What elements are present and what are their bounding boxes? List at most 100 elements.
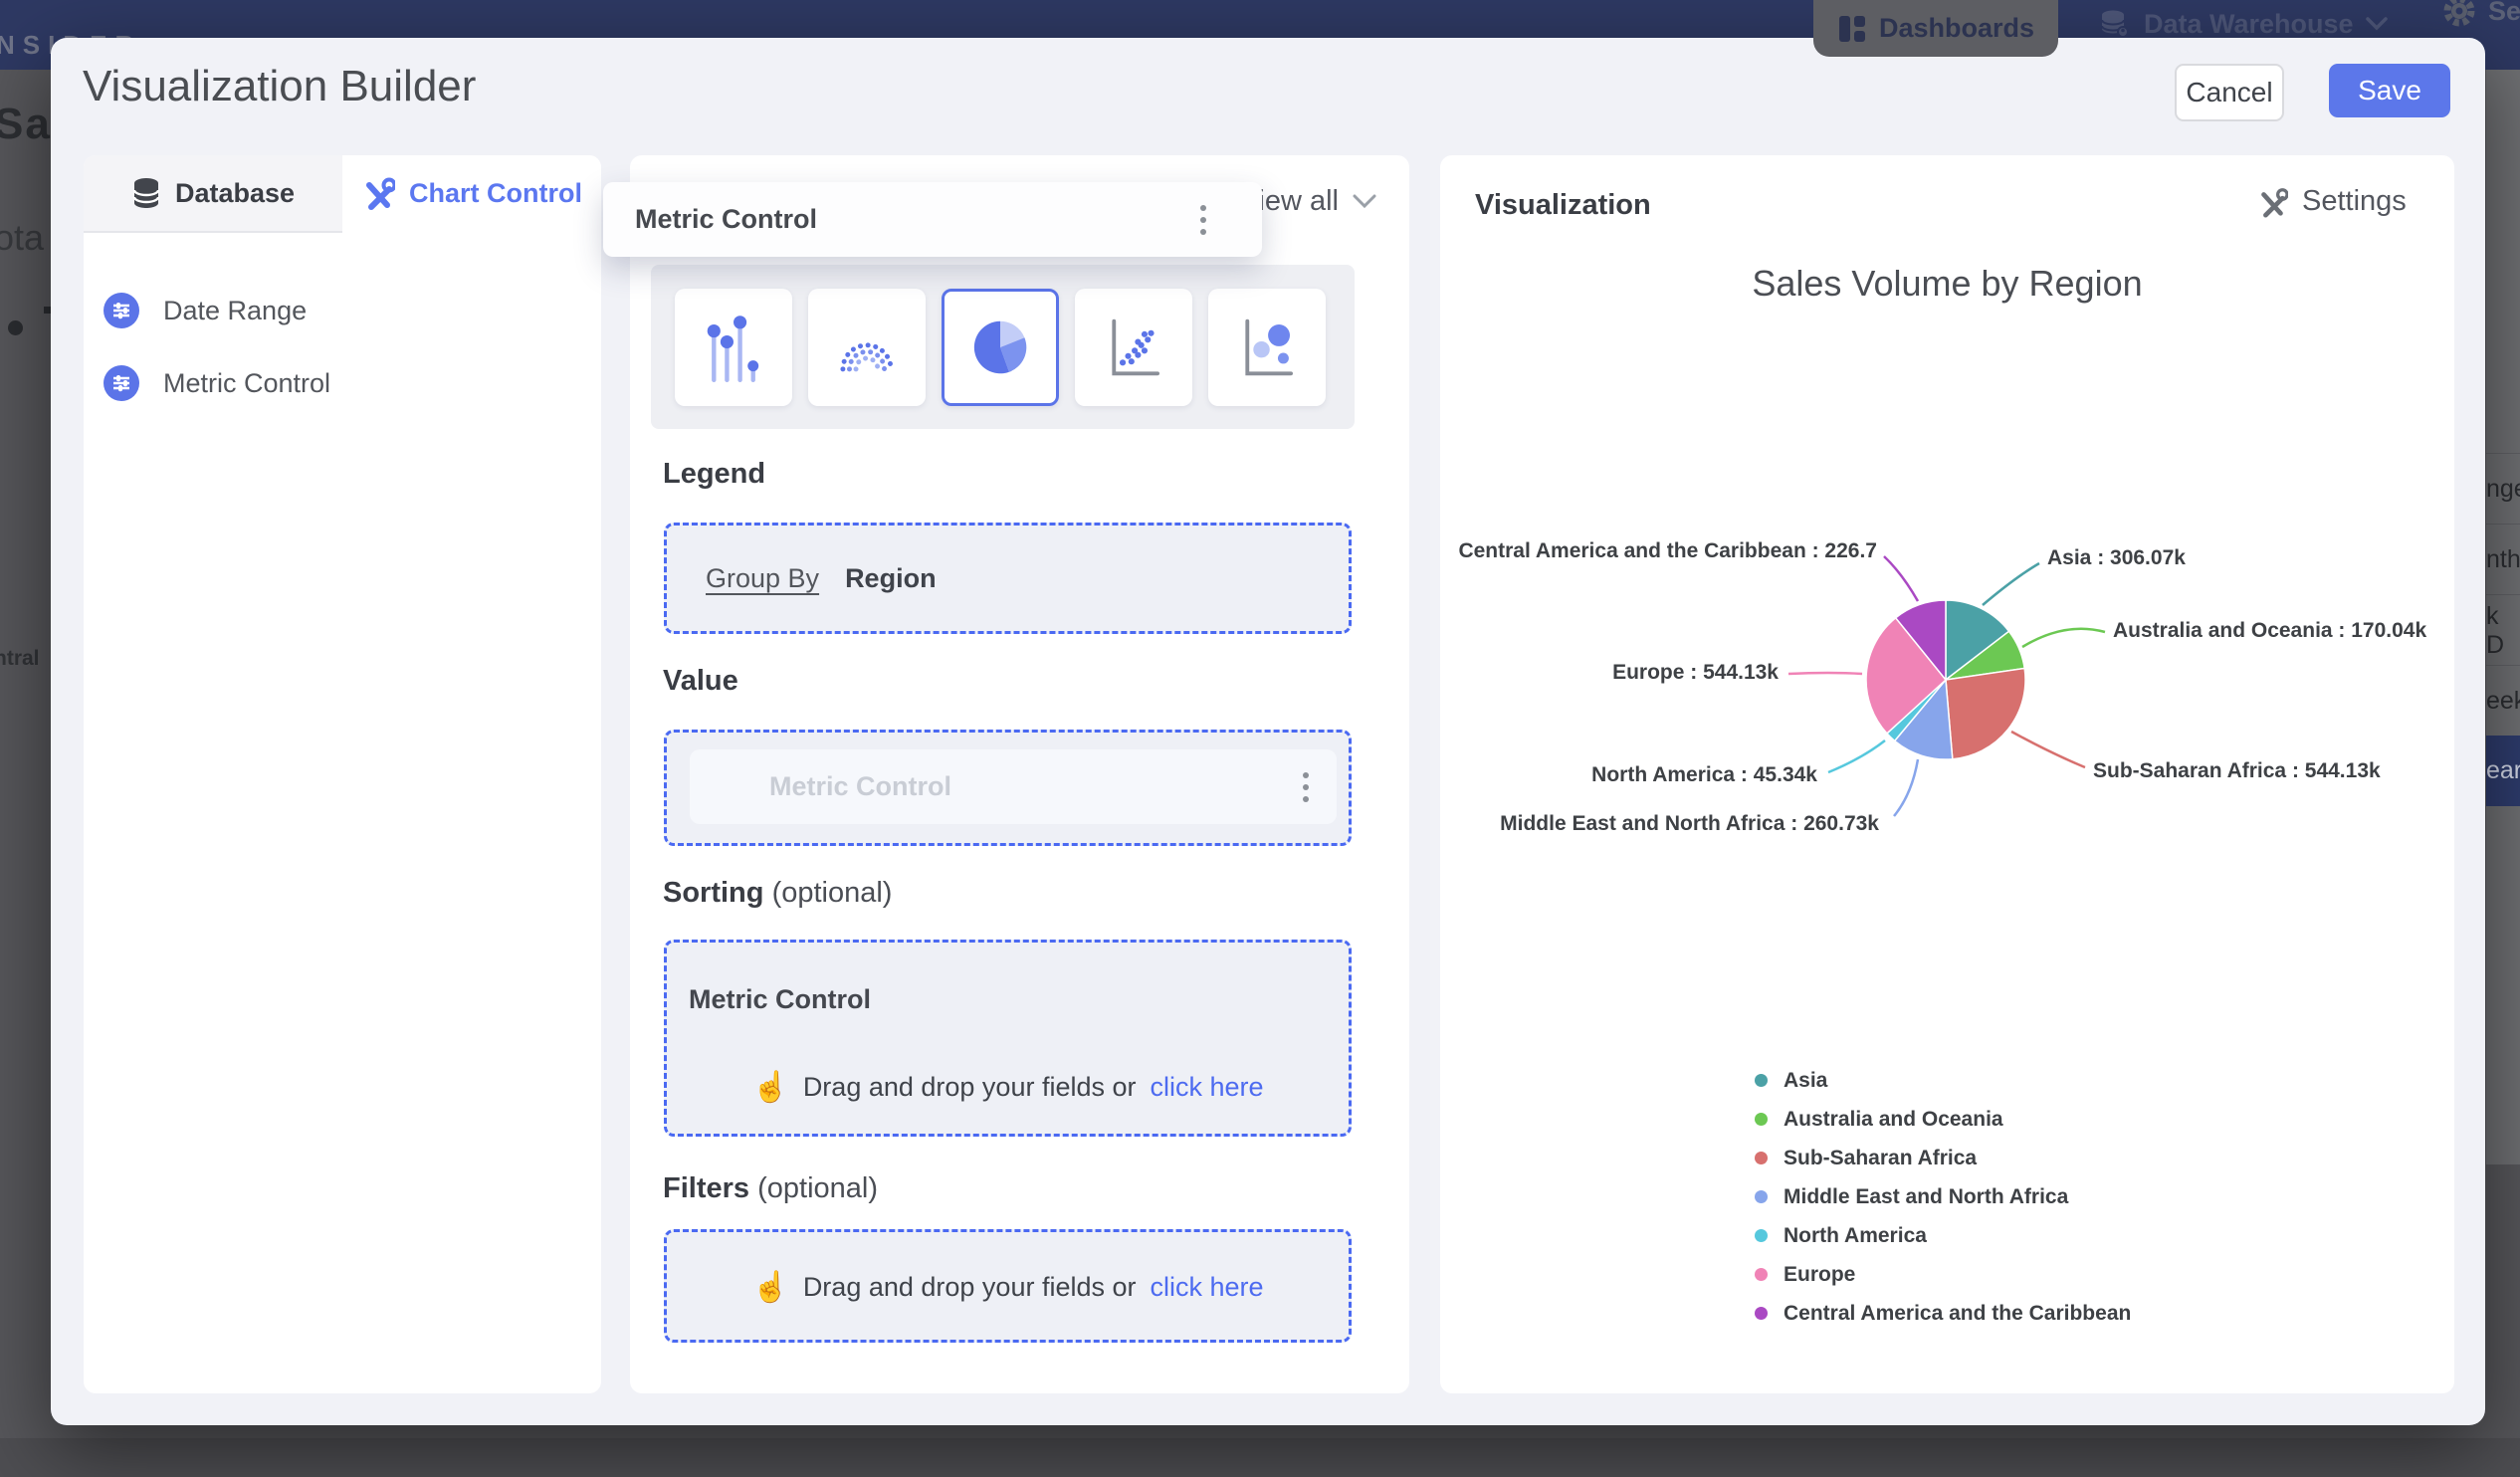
value-heading: Value xyxy=(663,665,738,697)
chevron-down-icon xyxy=(2365,17,2388,31)
slice-callout-label: Central America and the Caribbean : 226.… xyxy=(1458,539,1877,562)
sidebar-item-metric-control[interactable]: Metric Control xyxy=(104,358,571,408)
hand-pointer-icon: ☝ xyxy=(751,1071,789,1104)
nav-item-settings[interactable]: Se xyxy=(2440,0,2520,30)
drop-hint-text: Drag and drop your fields or xyxy=(802,1072,1137,1102)
modal-title: Visualization Builder xyxy=(83,62,477,110)
chart-type-pie-selected[interactable] xyxy=(942,289,1059,406)
kebab-menu-icon[interactable] xyxy=(1303,771,1309,802)
save-button[interactable]: Save xyxy=(2329,64,2450,117)
dragging-field-card[interactable]: Metric Control xyxy=(603,182,1262,257)
callout-line xyxy=(1982,561,2040,606)
slice-callout-label: Australia and Oceania : 170.04k xyxy=(2113,619,2426,642)
sorting-dropzone[interactable]: Metric Control ☝ Drag and drop your fiel… xyxy=(664,940,1352,1137)
legend-item[interactable]: Central America and the Caribbean xyxy=(1755,1294,2131,1333)
data-warehouse-icon xyxy=(2101,10,2129,38)
slice-callout-label: Sub-Saharan Africa : 544.13k xyxy=(2093,759,2381,782)
chart-legend: Asia Australia and Oceania Sub-Saharan Afr… xyxy=(1755,1061,2131,1333)
legend-label: North America xyxy=(1784,1223,1927,1247)
drop-hint-text: Drag and drop your fields or xyxy=(802,1272,1137,1302)
legend-label: Asia xyxy=(1784,1068,1828,1092)
tab-database[interactable]: Database xyxy=(84,155,342,233)
dimmed-bullet xyxy=(8,320,23,335)
callout-line xyxy=(2021,627,2106,649)
gear-icon xyxy=(2443,0,2475,27)
click-here-link[interactable]: click here xyxy=(1151,1072,1264,1103)
pie-chart-icon xyxy=(973,320,1027,374)
field-label: Metric Control xyxy=(769,771,952,801)
legend-dot-icon xyxy=(1755,1113,1768,1126)
chart-type-strip xyxy=(651,265,1355,429)
dimmed-menu-item: k D xyxy=(2486,594,2520,666)
dimmed-menu-item: nth xyxy=(2486,524,2520,595)
kebab-menu-icon[interactable] xyxy=(1200,204,1206,235)
cancel-button[interactable]: Cancel xyxy=(2175,64,2284,121)
legend-item[interactable]: Asia xyxy=(1755,1061,2131,1100)
legend-dropzone[interactable]: Group By Region xyxy=(664,523,1352,634)
legend-dot-icon xyxy=(1755,1074,1768,1087)
legend-dot-icon xyxy=(1755,1152,1768,1164)
chart-type-scatter[interactable] xyxy=(1075,289,1192,406)
chart-type-lollipop[interactable] xyxy=(675,289,792,406)
fields-sidebar: Database Chart Control Date Range Metric… xyxy=(84,155,601,1393)
nav-item-label: Dashboards xyxy=(1878,13,2035,43)
pie-slice-sub-saharan-africa[interactable] xyxy=(1945,667,2026,760)
nav-item-dashboards[interactable]: Dashboards xyxy=(1813,0,2058,57)
callout-line xyxy=(1827,739,1886,774)
tools-icon xyxy=(366,177,395,210)
value-field-placeholder: Metric Control xyxy=(690,749,1337,824)
sidebar-item-date-range[interactable]: Date Range xyxy=(104,286,571,335)
tune-icon xyxy=(104,365,139,401)
visualization-builder-modal: Visualization Builder Cancel Save Databa… xyxy=(51,38,2485,1425)
bubble-chart-icon xyxy=(1245,318,1294,376)
callout-line xyxy=(1893,758,1920,817)
callout-line xyxy=(1883,555,1920,602)
legend-dot-icon xyxy=(1755,1190,1768,1203)
legend-dot-icon xyxy=(1755,1307,1768,1320)
drop-hint-row: ☝ Drag and drop your fields or click her… xyxy=(667,1070,1349,1105)
database-icon xyxy=(132,178,160,208)
chart-type-bubble[interactable] xyxy=(1208,289,1326,406)
value-dropzone[interactable]: Metric Control xyxy=(664,730,1352,846)
tab-label: Chart Control xyxy=(409,177,582,208)
sidebar-item-label: Date Range xyxy=(163,295,308,325)
click-here-link[interactable]: click here xyxy=(1151,1272,1264,1303)
chevron-down-icon xyxy=(1353,194,1376,208)
filters-heading: Filters (optional) xyxy=(663,1172,878,1205)
group-by-value: Region xyxy=(845,562,937,593)
legend-label: Australia and Oceania xyxy=(1784,1107,2003,1131)
dimmed-menu-item: eek xyxy=(2486,665,2520,737)
nav-item-label: Data Warehouse xyxy=(2144,8,2354,39)
dimmed-bottom-strip xyxy=(0,1438,2520,1477)
dashboards-icon xyxy=(1838,15,1865,42)
dimmed-label-fragment: ntral xyxy=(0,647,40,670)
nav-item-label: Se xyxy=(2488,0,2520,26)
filters-dropzone[interactable]: ☝ Drag and drop your fields or click her… xyxy=(664,1229,1352,1343)
drop-hint-row: ☝ Drag and drop your fields or click her… xyxy=(667,1270,1349,1305)
callout-line xyxy=(2010,730,2086,769)
group-by-row: Group By Region xyxy=(706,526,937,631)
field-label: Metric Control xyxy=(635,204,818,234)
tab-label: Database xyxy=(174,177,296,208)
callout-line xyxy=(1787,671,1863,676)
dimmed-text-fragment: ota xyxy=(0,217,45,258)
screen: NSIDER Data Warehouse Se xyxy=(0,0,2520,1477)
chart-type-arc[interactable] xyxy=(808,289,926,406)
legend-heading: Legend xyxy=(663,458,766,490)
chart-config-panel: Type View all xyxy=(603,155,1409,1393)
legend-item[interactable]: North America xyxy=(1755,1216,2131,1255)
legend-label: Middle East and North Africa xyxy=(1784,1184,2069,1208)
scatter-chart-icon xyxy=(1112,318,1160,376)
filters-heading-label: Filters xyxy=(663,1172,750,1204)
legend-item[interactable]: Australia and Oceania xyxy=(1755,1100,2131,1139)
legend-item[interactable]: Middle East and North Africa xyxy=(1755,1177,2131,1216)
tab-chart-control[interactable]: Chart Control xyxy=(342,155,601,231)
legend-dot-icon xyxy=(1755,1229,1768,1242)
group-by-link[interactable]: Group By xyxy=(706,563,819,594)
legend-item[interactable]: Europe xyxy=(1755,1255,2131,1294)
slice-callout-label: Europe : 544.13k xyxy=(1612,661,1779,684)
sidebar-item-label: Metric Control xyxy=(163,367,331,398)
arc-dot-chart-icon xyxy=(840,342,894,372)
dimmed-menu-item: nge xyxy=(2486,453,2520,525)
legend-item[interactable]: Sub-Saharan Africa xyxy=(1755,1139,2131,1177)
